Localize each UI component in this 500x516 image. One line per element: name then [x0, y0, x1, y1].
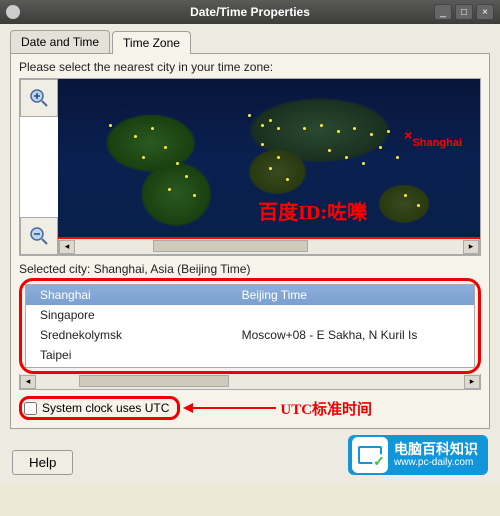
- window-title: Date/Time Properties: [0, 5, 500, 19]
- scroll-right-arrow-icon[interactable]: ▸: [463, 240, 479, 254]
- zoom-in-icon: [28, 87, 50, 109]
- selected-city-label: Selected city: Shanghai, Asia (Beijing T…: [19, 262, 481, 276]
- instruction-text: Please select the nearest city in your t…: [19, 60, 481, 74]
- city-timezone: Beijing Time: [242, 288, 460, 302]
- badge-title: 电脑百科知识: [394, 441, 478, 458]
- city-marker-label: Shanghai: [412, 137, 462, 149]
- tab-date-and-time[interactable]: Date and Time: [10, 30, 110, 53]
- map-horizontal-scrollbar[interactable]: ◂ ▸: [58, 239, 480, 255]
- help-button[interactable]: Help: [12, 450, 73, 475]
- utc-label: System clock uses UTC: [42, 401, 169, 415]
- city-marker-x: ×: [404, 127, 412, 143]
- tab-bar: Date and Time Time Zone: [10, 30, 490, 53]
- arrow-icon: [186, 407, 276, 409]
- minimize-button[interactable]: _: [434, 4, 452, 20]
- close-button[interactable]: ×: [476, 4, 494, 20]
- highlight-annotation: Shanghai Beijing Time Singapore Sredneko…: [19, 278, 481, 374]
- badge-monitor-icon: [352, 437, 388, 473]
- list-item[interactable]: Singapore: [26, 305, 474, 325]
- list-item[interactable]: Srednekolymsk Moscow+08 - E Sakha, N Kur…: [26, 325, 474, 345]
- zoom-out-icon: [28, 225, 50, 247]
- utc-checkbox-group[interactable]: System clock uses UTC: [19, 396, 180, 420]
- time-zone-panel: Please select the nearest city in your t…: [10, 53, 490, 429]
- map-container: × Shanghai 百度ID:咗嚛 ◂ ▸: [19, 78, 481, 256]
- city-name: Srednekolymsk: [40, 328, 242, 342]
- zoom-out-button[interactable]: [20, 217, 58, 255]
- city-name: Singapore: [40, 308, 242, 322]
- list-item[interactable]: Taipei: [26, 345, 474, 365]
- utc-annotation: UTC标准时间: [186, 398, 372, 419]
- app-icon: [6, 5, 20, 19]
- list-item[interactable]: Shanghai Beijing Time: [26, 285, 474, 305]
- utc-checkbox[interactable]: [24, 402, 37, 415]
- zoom-in-button[interactable]: [20, 79, 58, 117]
- site-badge: 电脑百科知识 www.pc-daily.com: [348, 435, 488, 475]
- titlebar: Date/Time Properties _ □ ×: [0, 0, 500, 24]
- city-name: Shanghai: [40, 288, 242, 302]
- city-list[interactable]: Shanghai Beijing Time Singapore Sredneko…: [25, 284, 475, 368]
- city-timezone: [242, 308, 460, 322]
- list-horizontal-scrollbar[interactable]: ◂ ▸: [19, 374, 481, 390]
- scroll-thumb[interactable]: [79, 375, 229, 387]
- scroll-thumb[interactable]: [153, 240, 308, 252]
- city-timezone: [242, 348, 460, 362]
- scroll-right-arrow-icon[interactable]: ▸: [464, 375, 480, 389]
- scroll-left-arrow-icon[interactable]: ◂: [20, 375, 36, 389]
- scroll-left-arrow-icon[interactable]: ◂: [59, 240, 75, 254]
- maximize-button[interactable]: □: [455, 4, 473, 20]
- city-name: Taipei: [40, 348, 242, 362]
- utc-annotation-text: UTC标准时间: [280, 398, 372, 419]
- city-timezone: Moscow+08 - E Sakha, N Kuril Is: [242, 328, 460, 342]
- badge-url: www.pc-daily.com: [394, 457, 478, 469]
- window-body: Date and Time Time Zone Please select th…: [0, 24, 500, 483]
- tab-time-zone[interactable]: Time Zone: [112, 31, 191, 54]
- watermark-text: 百度ID:咗嚛: [258, 196, 367, 225]
- world-map[interactable]: × Shanghai 百度ID:咗嚛: [58, 79, 480, 239]
